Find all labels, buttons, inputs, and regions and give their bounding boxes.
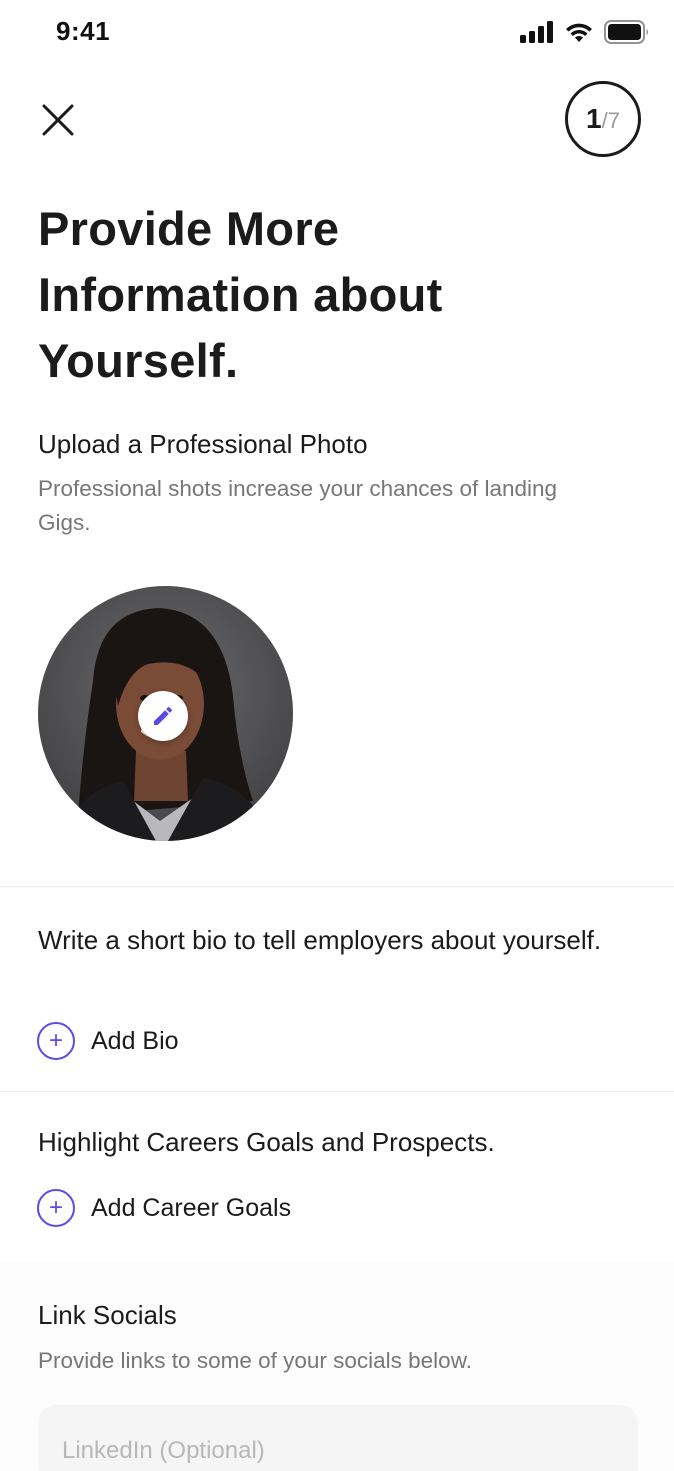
status-bar: 9:41 bbox=[0, 0, 674, 64]
close-icon bbox=[42, 104, 74, 136]
linkedin-input[interactable] bbox=[62, 1437, 638, 1465]
pencil-icon bbox=[154, 706, 173, 725]
status-icons bbox=[520, 20, 650, 44]
wifi-icon bbox=[566, 23, 592, 42]
career-section-heading: Highlight Careers Goals and Prospects. bbox=[38, 1127, 495, 1157]
plus-icon: + bbox=[37, 1022, 75, 1060]
battery-icon bbox=[604, 20, 648, 44]
close-button[interactable] bbox=[36, 98, 80, 142]
cellular-signal-icon bbox=[520, 21, 553, 43]
edit-photo-button[interactable] bbox=[138, 691, 188, 741]
step-indicator: 1 /7 bbox=[565, 81, 641, 157]
add-bio-label: Add Bio bbox=[91, 1026, 179, 1055]
divider bbox=[0, 886, 674, 887]
add-career-goals-label: Add Career Goals bbox=[91, 1193, 292, 1222]
page-title: Provide More Information about Yourself. bbox=[38, 202, 443, 387]
photo-section-heading: Upload a Professional Photo bbox=[38, 429, 368, 459]
status-time: 9:41 bbox=[56, 16, 111, 46]
socials-section-heading: Link Socials bbox=[38, 1300, 177, 1330]
socials-section-description: Provide links to some of your socials be… bbox=[38, 1348, 472, 1373]
step-total: /7 bbox=[601, 108, 620, 133]
photo-section-description: Professional shots increase your chances… bbox=[38, 476, 558, 535]
linkedin-field[interactable] bbox=[38, 1405, 638, 1471]
plus-icon: + bbox=[37, 1189, 75, 1227]
add-bio-button[interactable]: + Add Bio bbox=[37, 1022, 179, 1060]
add-career-goals-button[interactable]: + Add Career Goals bbox=[37, 1189, 291, 1227]
bio-section-heading: Write a short bio to tell employers abou… bbox=[38, 925, 602, 955]
step-current: 1 bbox=[586, 103, 602, 134]
divider bbox=[0, 1091, 674, 1092]
